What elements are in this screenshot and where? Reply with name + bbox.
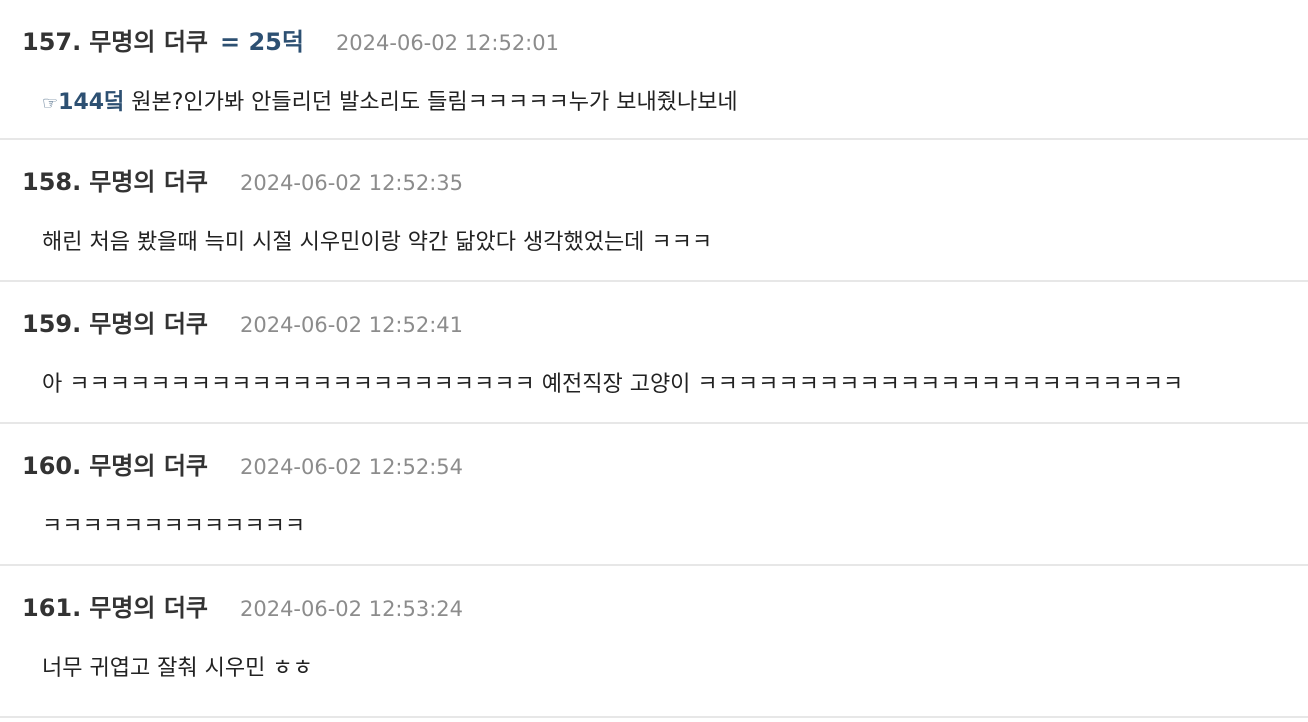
comment-body: ㅋㅋㅋㅋㅋㅋㅋㅋㅋㅋㅋㅋㅋ xyxy=(42,508,305,540)
comment-number[interactable]: 159. xyxy=(22,310,81,338)
comment-text: 원본?인가봐 안들리던 발소리도 들림ㅋㅋㅋㅋㅋ누가 보내줬나보네 xyxy=(124,90,738,115)
comment-date: 2024-06-02 12:52:01 xyxy=(335,31,559,55)
comment-list: 157. 무명의 더쿠 = 25덕 2024-06-02 12:52:01 ☞1… xyxy=(0,0,1308,718)
comment-header: 160. 무명의 더쿠 2024-06-02 12:52:54 xyxy=(22,446,463,481)
comment-date: 2024-06-02 12:52:54 xyxy=(239,455,464,479)
comment-date: 2024-06-02 12:52:41 xyxy=(239,313,464,337)
comment-date: 2024-06-02 12:52:35 xyxy=(239,171,464,195)
comment-header: 161. 무명의 더쿠 2024-06-02 12:53:24 xyxy=(22,588,463,623)
comment-header: 159. 무명의 더쿠 2024-06-02 12:52:41 xyxy=(22,304,463,339)
comment-item-161: 161. 무명의 더쿠 2024-06-02 12:53:24 너무 귀엽고 잘… xyxy=(0,566,1308,718)
comment-date: 2024-06-02 12:53:24 xyxy=(239,597,464,621)
comment-number[interactable]: 161. xyxy=(22,594,81,622)
comment-body: ☞144덬 원본?인가봐 안들리던 발소리도 들림ㅋㅋㅋㅋㅋ누가 보내줬나보네 xyxy=(42,84,738,116)
comment-item-158: 158. 무명의 더쿠 2024-06-02 12:52:35 해린 처음 봤을… xyxy=(0,140,1308,282)
comment-author: 무명의 더쿠 xyxy=(89,452,208,480)
comment-author: 무명의 더쿠 xyxy=(89,28,208,56)
reply-pointer-icon: ☞ xyxy=(42,93,59,114)
comment-text: 해린 처음 봤을때 늑미 시절 시우민이랑 약간 닮았다 생각했었는데 ㅋㅋㅋ xyxy=(42,230,713,255)
comment-body: 해린 처음 봤을때 늑미 시절 시우민이랑 약간 닮았다 생각했었는데 ㅋㅋㅋ xyxy=(42,224,712,256)
comment-number[interactable]: 158. xyxy=(22,168,81,196)
comment-author: 무명의 더쿠 xyxy=(89,168,208,196)
comment-author: 무명의 더쿠 xyxy=(89,310,208,338)
comment-text: 아 ㅋㅋㅋㅋㅋㅋㅋㅋㅋㅋㅋㅋㅋㅋㅋㅋㅋㅋㅋㅋㅋㅋㅋ 예전직장 고양이 ㅋㅋㅋㅋㅋ… xyxy=(42,372,1184,397)
comment-header: 157. 무명의 더쿠 = 25덕 2024-06-02 12:52:01 xyxy=(22,22,559,57)
comment-header: 158. 무명의 더쿠 2024-06-02 12:52:35 xyxy=(22,162,463,197)
comment-number[interactable]: 160. xyxy=(22,452,81,480)
comment-item-159: 159. 무명의 더쿠 2024-06-02 12:52:41 아 ㅋㅋㅋㅋㅋㅋ… xyxy=(0,282,1308,424)
comment-text: ㅋㅋㅋㅋㅋㅋㅋㅋㅋㅋㅋㅋㅋ xyxy=(42,514,306,539)
comment-author: 무명의 더쿠 xyxy=(89,594,208,622)
comment-item-160: 160. 무명의 더쿠 2024-06-02 12:52:54 ㅋㅋㅋㅋㅋㅋㅋㅋ… xyxy=(0,424,1308,566)
comment-text: 너무 귀엽고 잘춰 시우민 ㅎㅎ xyxy=(42,656,313,681)
comment-number[interactable]: 157. xyxy=(22,28,81,56)
comment-body: 아 ㅋㅋㅋㅋㅋㅋㅋㅋㅋㅋㅋㅋㅋㅋㅋㅋㅋㅋㅋㅋㅋㅋㅋ 예전직장 고양이 ㅋㅋㅋㅋㅋ… xyxy=(42,366,1183,398)
comment-item-157: 157. 무명의 더쿠 = 25덕 2024-06-02 12:52:01 ☞1… xyxy=(0,0,1308,140)
comment-body: 너무 귀엽고 잘춰 시우민 ㅎㅎ xyxy=(42,650,313,682)
reply-reference-link[interactable]: 144덬 xyxy=(58,90,124,115)
vote-count[interactable]: = 25덕 xyxy=(220,22,304,57)
